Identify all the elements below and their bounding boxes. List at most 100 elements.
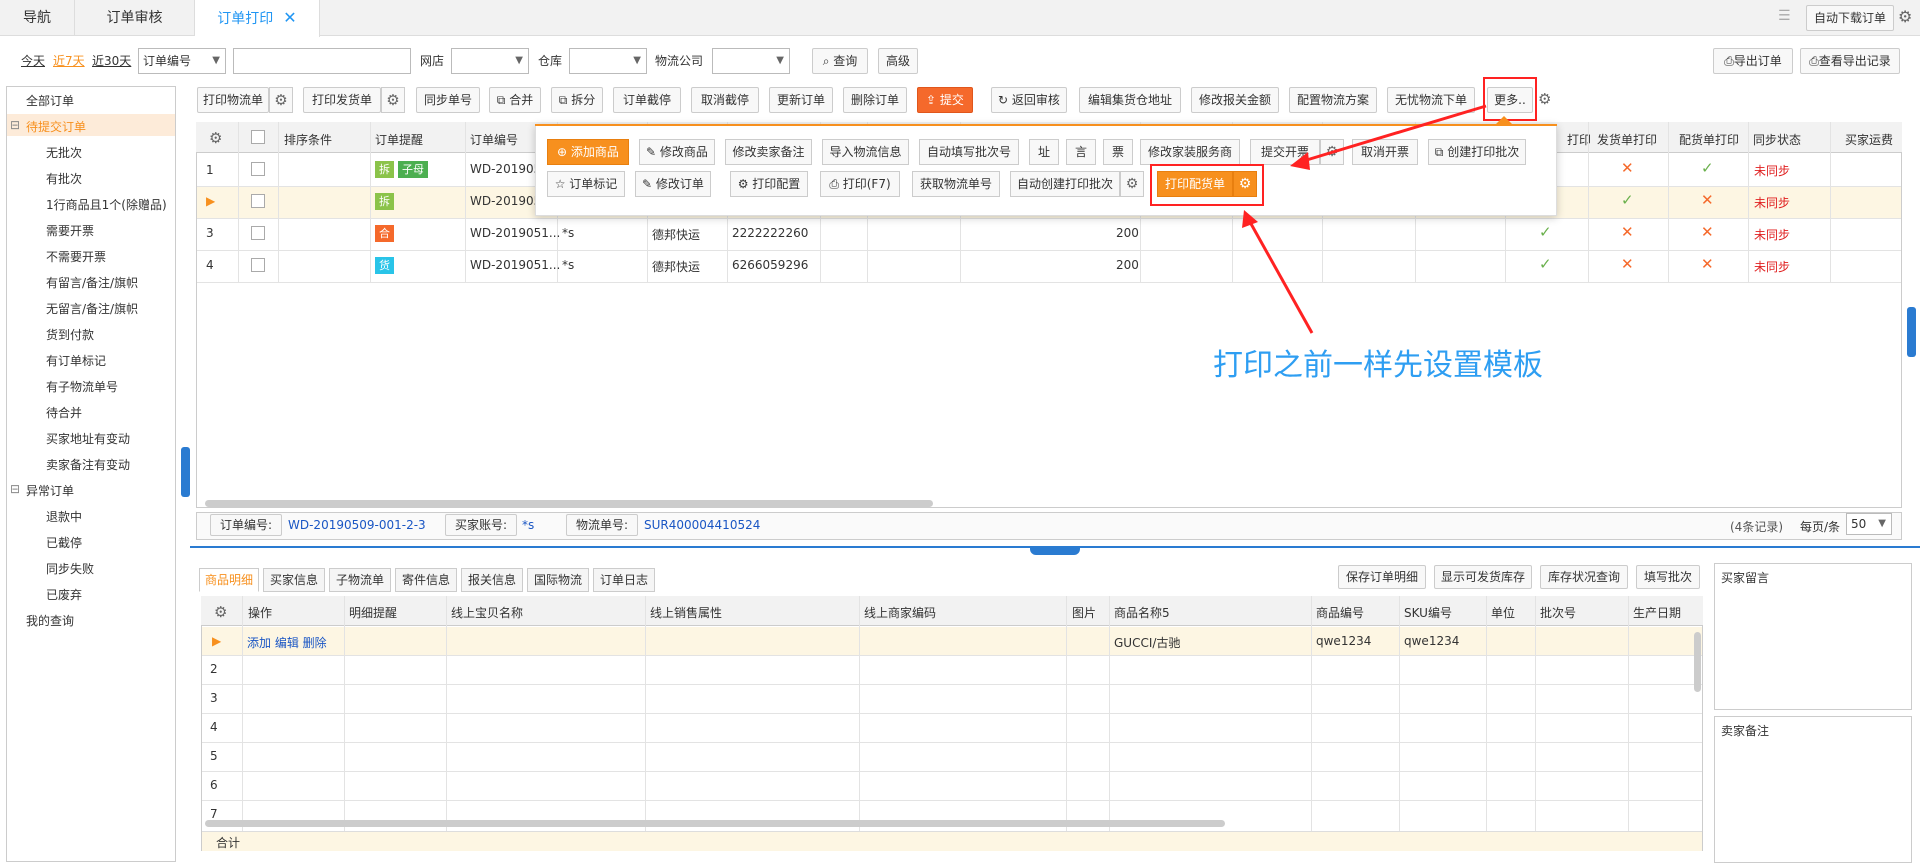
detail-col-ops[interactable]: 操作 <box>248 604 272 621</box>
sidebar-item-single-item[interactable]: 1行商品且1个(除赠品) <box>46 196 167 213</box>
sidebar-item-no-invoice[interactable]: 不需要开票 <box>46 248 106 265</box>
detail-row-actions[interactable]: 添加 编辑 删除 <box>247 634 327 651</box>
col-buyer-freight[interactable]: 买家运费 <box>1845 131 1893 148</box>
select-all-checkbox[interactable] <box>251 130 265 144</box>
filter-today[interactable]: 今天 <box>21 48 45 74</box>
row-checkbox[interactable] <box>251 162 265 176</box>
order-number[interactable]: WD-2019051... <box>470 226 560 240</box>
merge-button[interactable]: ⧉ 合并 <box>489 87 541 113</box>
filter-last7[interactable]: 近7天 <box>53 48 85 74</box>
get-waybill-button[interactable]: 获取物流单号 <box>912 171 1000 197</box>
tab-product-detail[interactable]: 商品明细 <box>199 568 259 592</box>
gear-icon[interactable]: ⚙ <box>214 603 227 621</box>
sidebar-item-has-sub-waybill[interactable]: 有子物流单号 <box>46 378 118 395</box>
fill-batch-button[interactable]: 填写批次 <box>1636 565 1700 589</box>
row-checkbox[interactable] <box>251 226 265 240</box>
right-collapse-handle[interactable] <box>1907 307 1916 357</box>
edit-product-button[interactable]: ✎ 修改商品 <box>639 139 715 165</box>
cancel-intercept-button[interactable]: 取消截停 <box>691 87 759 113</box>
submit-button[interactable]: ⇪ 提交 <box>917 87 973 113</box>
detail-col-sku[interactable]: SKU编号 <box>1404 604 1452 621</box>
tab-customs-info[interactable]: 报关信息 <box>461 568 523 592</box>
detail-col-product-code[interactable]: 商品编号 <box>1316 604 1364 621</box>
sidebar-item-discarded[interactable]: 已废弃 <box>46 586 82 603</box>
sidebar-item-has-mark[interactable]: 有订单标记 <box>46 352 106 369</box>
filter-last30[interactable]: 近30天 <box>92 48 131 74</box>
tab-order-print[interactable]: 订单打印 ✕ <box>195 0 320 37</box>
sidebar-item-abnormal-orders[interactable]: 异常订单 <box>26 482 74 499</box>
sidebar-item-cod[interactable]: 货到付款 <box>46 326 94 343</box>
col-reminder[interactable]: 订单提醒 <box>375 131 423 148</box>
delete-order-button[interactable]: 删除订单 <box>843 87 907 113</box>
sidebar-item-sync-failed[interactable]: 同步失败 <box>46 560 94 577</box>
add-product-button[interactable]: ⊕ 添加商品 <box>547 139 629 165</box>
save-detail-button[interactable]: 保存订单明细 <box>1338 565 1426 589</box>
gear-icon[interactable]: ⚙ <box>1320 139 1344 165</box>
search-field-select[interactable]: 订单编号 ▼ <box>138 48 226 74</box>
detail-col-image[interactable]: 图片 <box>1072 604 1096 621</box>
col-sort[interactable]: 排序条件 <box>284 131 332 148</box>
warehouse-select[interactable]: ▼ <box>569 48 647 74</box>
col-picking-print[interactable]: 配货单打印 <box>1679 131 1739 148</box>
list-icon[interactable]: ☰ <box>1778 8 1791 24</box>
edit-seller-note-button[interactable]: 修改卖家备注 <box>725 139 812 165</box>
sidebar-item-no-batch[interactable]: 无批次 <box>46 144 82 161</box>
order-mark-button[interactable]: ☆ 订单标记 <box>547 171 625 197</box>
print-config-button[interactable]: ⚙ 打印配置 <box>730 171 808 197</box>
gear-icon[interactable]: ⚙ <box>1538 90 1551 108</box>
sync-no-button[interactable]: 同步单号 <box>416 87 480 113</box>
import-logistics-button[interactable]: 导入物流信息 <box>822 139 909 165</box>
sidebar-item-has-message[interactable]: 有留言/备注/旗帜 <box>46 274 138 291</box>
sidebar-item-my-queries[interactable]: 我的查询 <box>26 612 74 629</box>
row-checkbox[interactable] <box>251 258 265 272</box>
create-print-batch-button[interactable]: ⧉ 创建打印批次 <box>1428 139 1526 165</box>
edit-installer-button[interactable]: 修改家装服务商 <box>1140 139 1240 165</box>
intercept-button[interactable]: 订单截停 <box>613 87 681 113</box>
sidebar-item-has-batch[interactable]: 有批次 <box>46 170 82 187</box>
show-stock-button[interactable]: 显示可发货库存 <box>1434 565 1532 589</box>
sidebar-item-to-merge[interactable]: 待合并 <box>46 404 82 421</box>
col-shipping-print[interactable]: 发货单打印 <box>1597 131 1657 148</box>
message-button[interactable]: 言 <box>1066 139 1096 165</box>
detail-col-online-attr[interactable]: 线上销售属性 <box>650 604 722 621</box>
row-checkbox[interactable] <box>251 194 265 208</box>
horizontal-scrollbar[interactable] <box>205 500 933 507</box>
gear-icon[interactable]: ⚙ <box>1120 171 1144 197</box>
detail-col-online-name[interactable]: 线上宝贝名称 <box>451 604 523 621</box>
edit-customs-button[interactable]: 修改报关金额 <box>1191 87 1279 113</box>
col-order-no[interactable]: 订单编号 <box>470 131 518 148</box>
sidebar-item-intercepted[interactable]: 已截停 <box>46 534 82 551</box>
export-orders-button[interactable]: ⎙导出订单 <box>1713 48 1793 74</box>
sidebar-item-all-orders[interactable]: 全部订单 <box>26 92 74 109</box>
detail-col-batch[interactable]: 批次号 <box>1540 604 1576 621</box>
per-page-select[interactable]: 50 ▼ <box>1846 513 1892 535</box>
update-order-button[interactable]: 更新订单 <box>769 87 833 113</box>
sidebar-item-refunding[interactable]: 退款中 <box>46 508 82 525</box>
detail-col-reminder[interactable]: 明细提醒 <box>349 604 397 621</box>
split-button[interactable]: ⧉ 拆分 <box>551 87 603 113</box>
auto-create-batch-button[interactable]: 自动创建打印批次 <box>1010 171 1120 197</box>
stock-query-button[interactable]: 库存状况查询 <box>1540 565 1628 589</box>
invoice-button[interactable]: 票 <box>1103 139 1133 165</box>
tab-order-log[interactable]: 订单日志 <box>593 568 655 592</box>
print-shipping-button[interactable]: 打印发货单 <box>303 87 381 113</box>
collapse-icon[interactable]: ⊟ <box>10 118 20 132</box>
tab-intl-logistics[interactable]: 国际物流 <box>527 568 589 592</box>
logistics-select[interactable]: ▼ <box>712 48 790 74</box>
sidebar-item-buyer-address-changed[interactable]: 买家地址有变动 <box>46 430 130 447</box>
detail-col-product-name[interactable]: 商品名称5 <box>1114 604 1170 621</box>
sidebar-item-no-message[interactable]: 无留言/备注/旗帜 <box>46 300 138 317</box>
horizontal-scrollbar[interactable] <box>205 820 1225 827</box>
order-number[interactable]: WD-2019051... <box>470 258 560 272</box>
collapse-icon[interactable]: ⊟ <box>10 482 20 496</box>
detail-col-unit[interactable]: 单位 <box>1491 604 1515 621</box>
address-button[interactable]: 址 <box>1029 139 1059 165</box>
sidebar-item-need-invoice[interactable]: 需要开票 <box>46 222 94 239</box>
print-f7-button[interactable]: ⎙ 打印(F7) <box>820 171 900 197</box>
tab-sub-logistics[interactable]: 子物流单 <box>329 568 391 592</box>
advanced-button[interactable]: 高级 <box>878 48 918 74</box>
detail-col-merchant-code[interactable]: 线上商家编码 <box>864 604 936 621</box>
search-input[interactable] <box>233 48 411 74</box>
config-logistics-button[interactable]: 配置物流方案 <box>1289 87 1377 113</box>
view-export-button[interactable]: ⎙查看导出记录 <box>1800 48 1900 74</box>
